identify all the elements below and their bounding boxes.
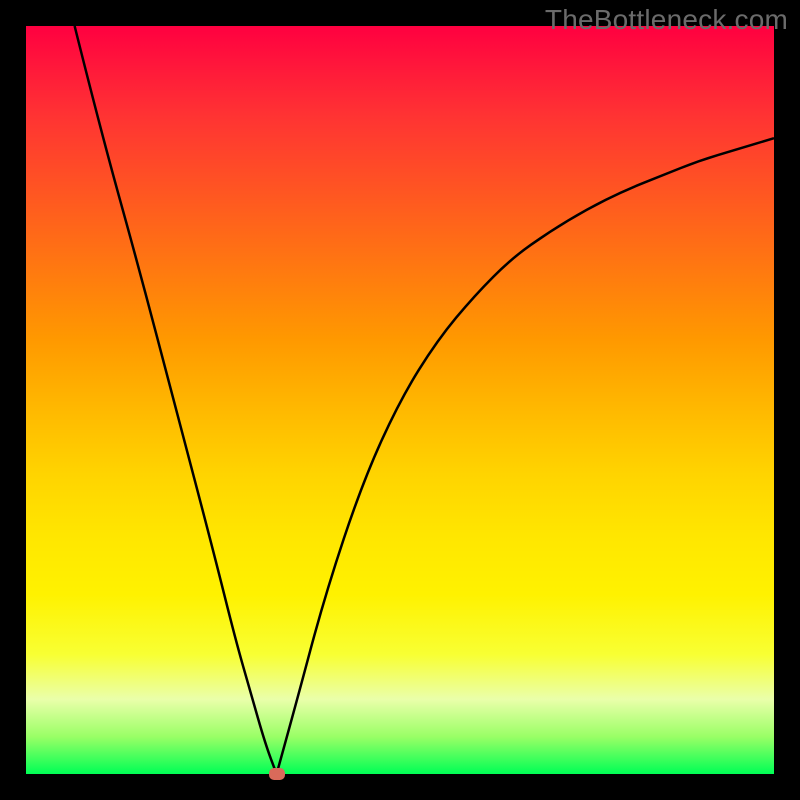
watermark-text: TheBottleneck.com	[545, 4, 788, 36]
curve-right-branch	[277, 138, 774, 774]
optimal-point-marker	[269, 768, 285, 780]
plot-area	[26, 26, 774, 774]
bottleneck-curve	[26, 26, 774, 774]
curve-left-branch	[75, 26, 277, 774]
chart-frame: TheBottleneck.com	[0, 0, 800, 800]
